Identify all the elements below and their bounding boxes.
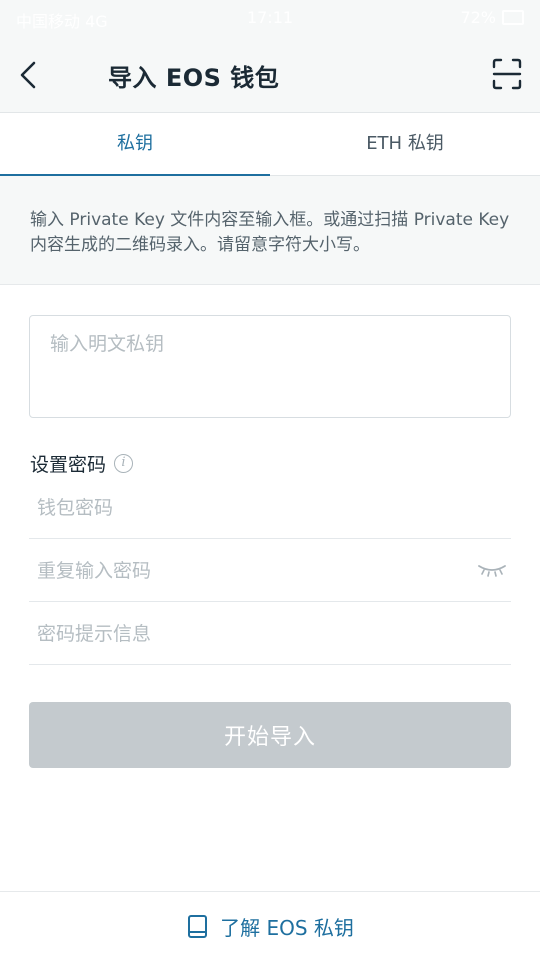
- page-title: 导入 EOS 钱包: [108, 64, 280, 92]
- import-instructions: 输入 Private Key 文件内容至输入框。或通过扫描 Private Ke…: [0, 176, 540, 285]
- password-hint-field: [29, 603, 511, 665]
- import-eos-wallet-page: 中国移动 4G 17:11 72% 导入 EOS 钱包 私钥 ETH 私钥 输入…: [0, 0, 540, 960]
- learn-eos-private-key-link[interactable]: 了解 EOS 私钥: [0, 912, 540, 941]
- private-key-input[interactable]: [30, 316, 510, 417]
- wallet-password-input[interactable]: [29, 477, 511, 538]
- learn-link-label: 了解 EOS 私钥: [220, 916, 354, 940]
- set-password-label: 设置密码: [30, 454, 107, 476]
- info-icon[interactable]: i: [114, 454, 134, 473]
- status-right: 72%: [460, 8, 524, 27]
- repeat-password-input[interactable]: [29, 540, 511, 601]
- import-type-tabs: 私钥 ETH 私钥: [0, 113, 540, 176]
- status-time: 17:11: [246, 8, 294, 27]
- scan-qr-icon[interactable]: [492, 58, 522, 90]
- tab-private-key[interactable]: 私钥: [0, 113, 270, 176]
- header: 导入 EOS 钱包: [0, 36, 540, 113]
- back-chevron-icon[interactable]: [14, 58, 44, 92]
- footer: 了解 EOS 私钥: [0, 891, 540, 960]
- battery-icon: [502, 10, 524, 25]
- wallet-password-field: [29, 477, 511, 539]
- password-hint-input[interactable]: [29, 603, 511, 664]
- book-icon: [188, 914, 208, 938]
- battery-percent: 72%: [460, 8, 496, 27]
- set-password-heading: 设置密码 i: [30, 450, 134, 477]
- private-key-box: [29, 315, 511, 418]
- eye-closed-icon[interactable]: [477, 562, 507, 578]
- repeat-password-field: [29, 540, 511, 602]
- tab-eth-private-key[interactable]: ETH 私钥: [270, 113, 540, 175]
- status-bar: 中国移动 4G 17:11 72%: [0, 0, 540, 36]
- start-import-button[interactable]: 开始导入: [29, 702, 511, 768]
